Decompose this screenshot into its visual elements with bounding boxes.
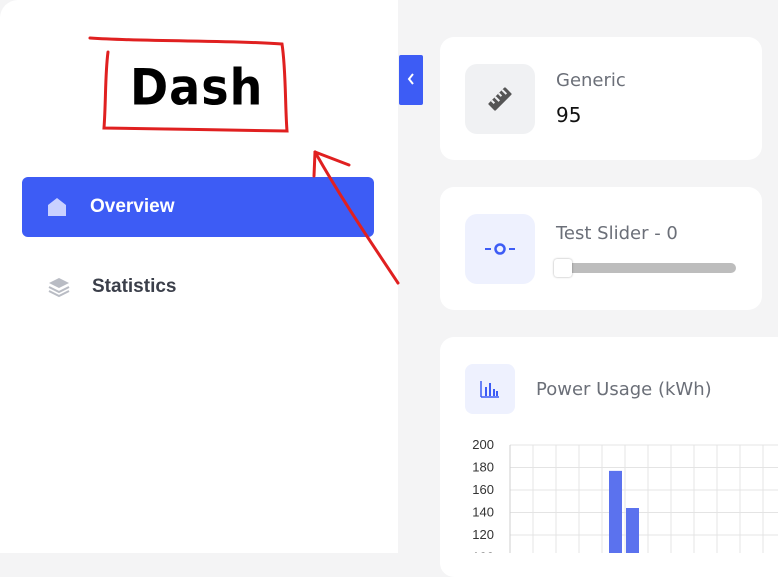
y-tick-label: 120 [472,527,494,542]
y-tick-label: 160 [472,482,494,497]
power-usage-chart: 200 180 160 140 120 100 [472,437,778,554]
y-tick-label: 140 [472,505,494,520]
chart-bar[interactable] [609,470,622,553]
y-tick-label: 200 [472,437,494,452]
y-tick-label: 100 [472,550,494,554]
y-tick-label: 180 [472,460,494,475]
chart-bar[interactable] [626,508,639,553]
